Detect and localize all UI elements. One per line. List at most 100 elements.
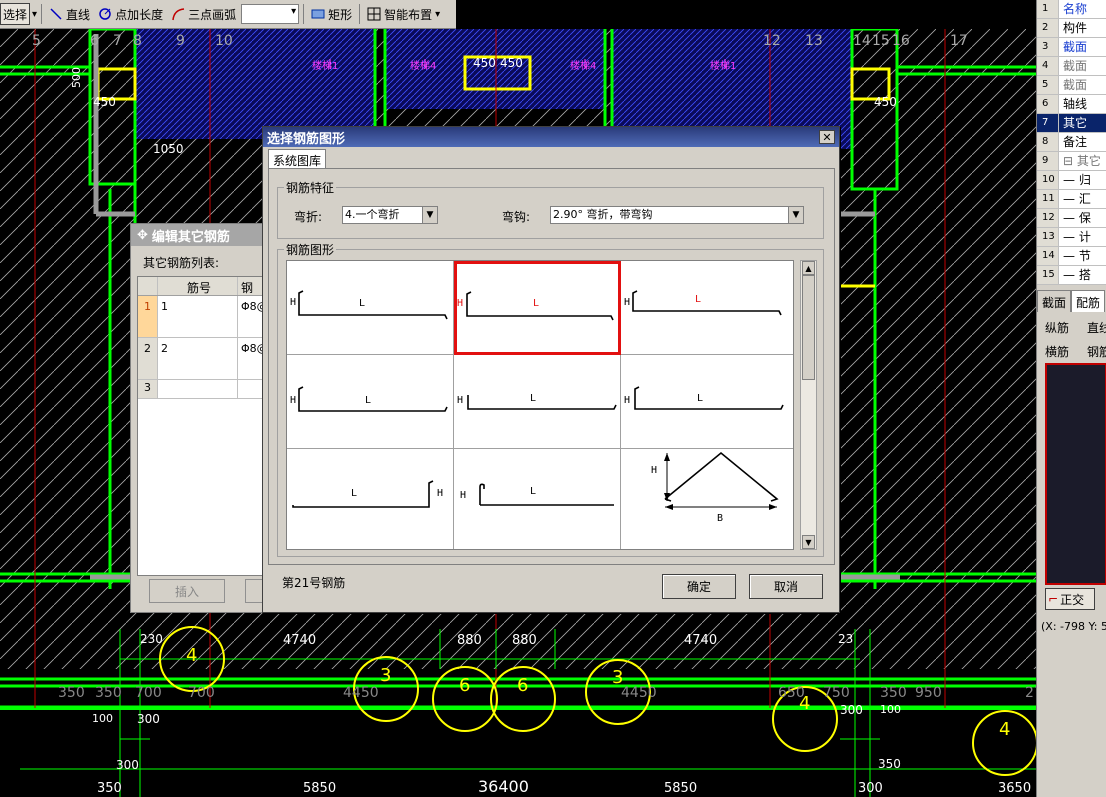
close-button[interactable]: ✕ — [819, 130, 835, 144]
property-row[interactable]: 8 备注 — [1037, 133, 1106, 152]
property-row[interactable]: 13 — 计 — [1037, 228, 1106, 247]
ortho-button[interactable]: ⌐ 正交 — [1045, 588, 1095, 610]
point-length-icon — [98, 7, 112, 21]
table-header: 筋号 钢 — [138, 277, 268, 296]
dimension-text: 350 — [97, 781, 122, 796]
smart-layout-label: 智能布置 — [384, 7, 433, 22]
line-icon — [49, 7, 63, 21]
select-button[interactable]: 选择 — [0, 3, 31, 25]
straight-tab[interactable]: 直线 — [1087, 319, 1106, 336]
property-row-number: 13 — [1037, 228, 1059, 246]
property-row[interactable]: 9 ⊟ 其它 — [1037, 152, 1106, 171]
line-button[interactable]: 直线 — [46, 3, 93, 25]
dialog-title: 选择钢筋图形 — [267, 131, 346, 147]
shape-option[interactable]: H L — [621, 261, 793, 355]
axis-circle-label: 3 — [612, 667, 624, 688]
shape-option[interactable]: H L — [621, 355, 793, 449]
dimension-text: 350 — [878, 757, 901, 771]
shape-label-l: L — [533, 298, 540, 309]
stair-tag: 楼梯4 — [410, 61, 437, 72]
scroll-down-icon[interactable]: ▼ — [802, 535, 815, 549]
property-row-label: — 归 — [1063, 173, 1091, 187]
property-row[interactable]: 4 截面 — [1037, 57, 1106, 76]
edit-dialog-titlebar[interactable]: ✥ 编辑其它钢筋 — [131, 224, 267, 246]
property-row[interactable]: 2 构件 — [1037, 19, 1106, 38]
dialog-titlebar[interactable]: 选择钢筋图形 — [263, 127, 839, 147]
stair-tag: 楼梯4 — [570, 61, 597, 72]
property-row[interactable]: 7 其它 — [1037, 114, 1106, 133]
tab-rebar[interactable]: 配筋 — [1071, 290, 1106, 312]
shape-label-h: H — [457, 395, 464, 406]
section-preview[interactable] — [1045, 363, 1106, 585]
shape-option[interactable]: H B — [621, 449, 793, 549]
property-row[interactable]: 11 — 汇 — [1037, 190, 1106, 209]
property-row[interactable]: 1 名称 — [1037, 0, 1106, 19]
scroll-thumb[interactable] — [802, 275, 815, 380]
longitudinal-rebar-tab[interactable]: 纵筋 — [1045, 319, 1069, 336]
properties-table: 1 名称 2 构件 3 截面 4 截面 5 截面 6 轴线 7 其它 8 备注 9 ⊟ 其它 10— 归 11— 汇1… — [1037, 0, 1106, 285]
rebar-tab[interactable]: 钢筋 — [1087, 343, 1106, 360]
axis-circle-label: 6 — [459, 675, 471, 696]
property-row[interactable]: 6 轴线 — [1037, 95, 1106, 114]
property-row[interactable]: 5 截面 — [1037, 76, 1106, 95]
toolbar-separator — [41, 4, 43, 24]
grid-number: 13 — [805, 33, 823, 49]
cancel-button[interactable]: 取消 — [749, 574, 823, 599]
bend-select[interactable]: 4.一个弯折 ▼ — [342, 206, 438, 224]
rebar-features-label: 钢筋特征 — [284, 179, 337, 196]
bar-number-cell[interactable]: 1 — [158, 296, 238, 337]
hook-label: 弯钩: — [502, 210, 531, 224]
property-row-label: 截面 — [1063, 59, 1088, 73]
shape-option[interactable]: H L — [454, 449, 621, 549]
property-row[interactable]: 15 — 搭 — [1037, 266, 1106, 285]
grid-number: 8 — [133, 33, 142, 49]
table-row[interactable]: 3 — [138, 380, 268, 399]
toolbar-separator — [359, 4, 361, 24]
shape-drawing — [479, 483, 614, 506]
tab-section[interactable]: 截面 — [1037, 290, 1072, 312]
dimension-text: 23 — [838, 632, 854, 646]
property-row[interactable]: 14 — 节 — [1037, 247, 1106, 266]
edit-other-rebar-dialog: ✥ 编辑其它钢筋 其它钢筋列表: 筋号 钢 1 1 Φ8@ 2 2 Φ8@ 3 … — [130, 223, 275, 613]
property-row[interactable]: 12 — 保 — [1037, 209, 1106, 228]
shape-gallery-scrollbar[interactable]: ▲ ▼ — [800, 260, 817, 550]
shape-option[interactable]: H L — [287, 355, 454, 449]
scroll-up-icon[interactable]: ▲ — [802, 261, 815, 275]
dimension-text: 950 — [915, 685, 942, 701]
shape-option[interactable]: L H — [287, 449, 454, 549]
select-dropdown-icon[interactable]: ▾ — [32, 9, 37, 20]
hook-select[interactable]: 2.90° 弯折，带弯钩 ▼ — [550, 206, 804, 224]
smart-layout-button[interactable]: 智能布置 ▾ — [364, 3, 443, 25]
dimension-text: 3650 — [998, 781, 1032, 796]
shape-option[interactable]: H L — [454, 355, 621, 449]
transverse-rebar-tab[interactable]: 横筋 — [1045, 343, 1069, 360]
property-row-label: 备注 — [1063, 135, 1088, 149]
bar-number-cell[interactable]: 2 — [158, 338, 238, 379]
shape-gallery: H L H L H L H L H L H L L H H L H B — [286, 260, 794, 550]
ok-button[interactable]: 确定 — [662, 574, 736, 599]
dimension-text: 350 — [95, 685, 122, 701]
chevron-down-icon: ▼ — [422, 207, 437, 223]
property-row[interactable]: 3 截面 — [1037, 38, 1106, 57]
dimension-text: 4740 — [684, 633, 718, 648]
property-row[interactable]: 10 — 归 — [1037, 171, 1106, 190]
shape-drawing — [632, 290, 782, 316]
tab-system-library[interactable]: 系统图库 — [268, 149, 327, 169]
property-row-number: 9 — [1037, 152, 1059, 170]
table-row[interactable]: 2 2 Φ8@ — [138, 338, 268, 380]
axis-circle-label: 4 — [799, 693, 811, 714]
point-length-button[interactable]: 点加长度 — [95, 3, 166, 25]
shape-drawing — [298, 290, 448, 320]
bar-number-cell[interactable] — [158, 380, 238, 398]
table-row[interactable]: 1 1 Φ8@ — [138, 296, 268, 338]
shape-option-selected[interactable]: H L — [454, 261, 621, 355]
property-row-number: 11 — [1037, 190, 1059, 208]
three-point-arc-button[interactable]: 三点画弧 — [168, 3, 239, 25]
shape-drawing — [664, 451, 779, 510]
rect-button[interactable]: 矩形 — [308, 3, 355, 25]
arc-mode-combo[interactable] — [241, 4, 300, 24]
shape-option[interactable]: H L — [287, 261, 454, 355]
property-row-label: — 保 — [1063, 211, 1091, 225]
insert-button[interactable]: 插入 — [149, 579, 225, 603]
shape-drawing — [634, 386, 784, 410]
